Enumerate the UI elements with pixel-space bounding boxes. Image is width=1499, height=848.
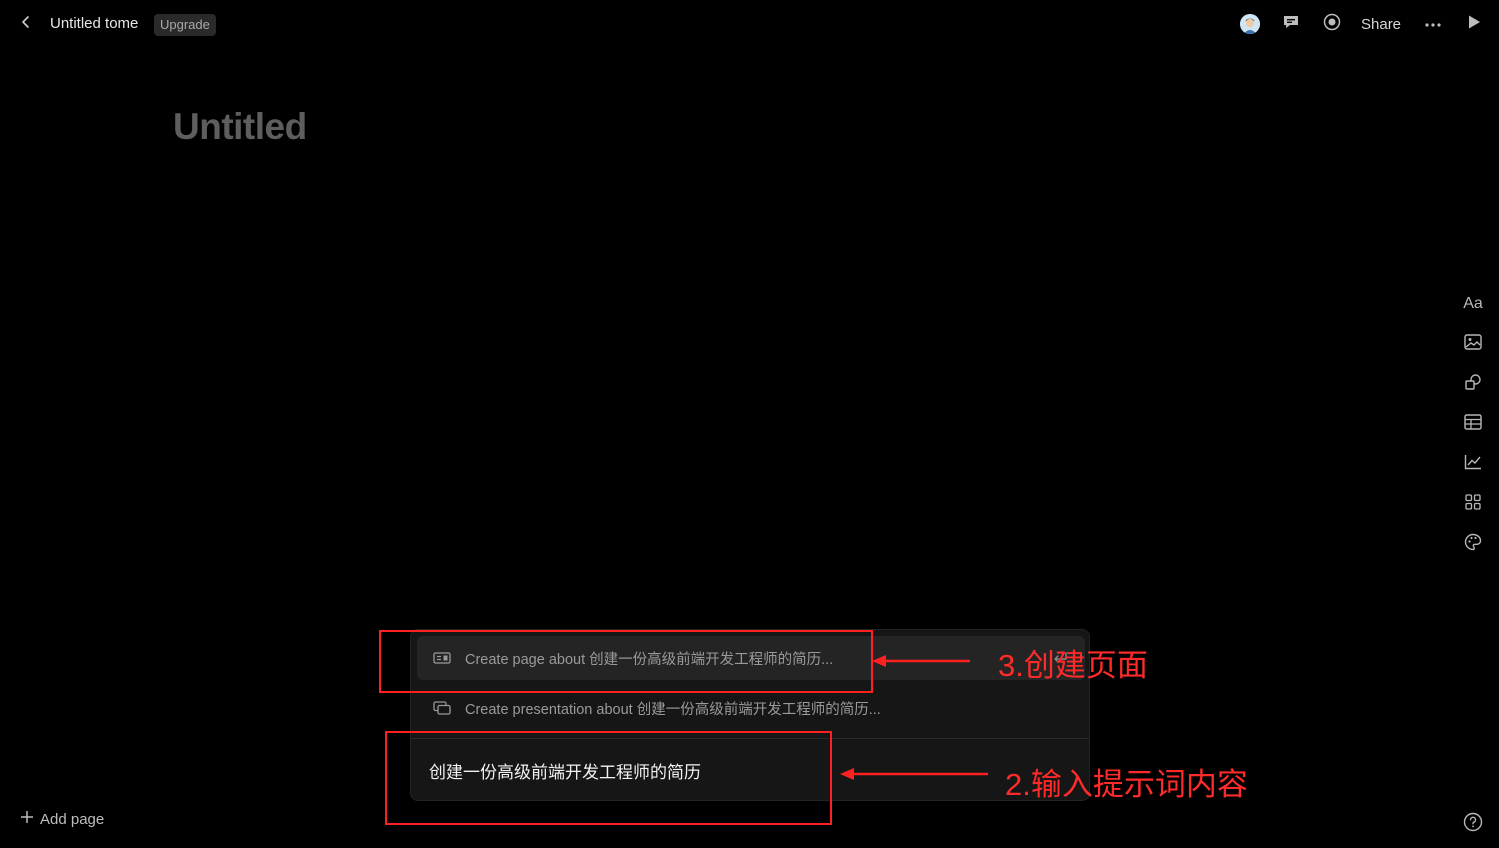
embed-tool-button[interactable]: [1463, 493, 1483, 515]
share-button[interactable]: Share: [1361, 16, 1401, 33]
help-icon: [1463, 812, 1483, 836]
plus-icon: [20, 810, 34, 828]
upgrade-button[interactable]: Upgrade: [154, 14, 216, 36]
shapes-tool-button[interactable]: [1463, 373, 1483, 396]
add-page-button[interactable]: Add page: [20, 810, 104, 828]
palette-icon: [1464, 533, 1482, 556]
ai-prompt-panel: Create page about 创建一份高级前端开发工程师的简历... Cr…: [410, 629, 1090, 801]
create-presentation-label: Create presentation about 创建一份高级前端开发工程师的…: [465, 701, 881, 718]
add-page-label: Add page: [40, 810, 105, 828]
app-window: Untitled tome Upgrade Share Untitled Aa …: [0, 0, 1499, 848]
record-button[interactable]: [1322, 13, 1342, 36]
create-presentation-suggestion[interactable]: Create presentation about 创建一份高级前端开发工程师的…: [417, 686, 1085, 730]
prompt-input[interactable]: 创建一份高级前端开发工程师的简历: [429, 758, 701, 783]
more-button[interactable]: [1423, 14, 1443, 34]
top-bar: Untitled tome Upgrade Share: [0, 0, 1499, 48]
create-page-suggestion[interactable]: Create page about 创建一份高级前端开发工程师的简历...: [417, 636, 1085, 680]
comment-icon: [1282, 13, 1300, 36]
shapes-icon: [1464, 373, 1482, 396]
play-icon: [1467, 14, 1481, 35]
create-page-label: Create page about 创建一份高级前端开发工程师的简历...: [465, 651, 834, 668]
table-tool-button[interactable]: [1463, 413, 1483, 435]
grid-icon: [1465, 493, 1481, 515]
back-button[interactable]: [16, 14, 36, 34]
help-button[interactable]: [1463, 812, 1483, 832]
page-icon: [433, 651, 451, 665]
more-icon: [1424, 15, 1442, 33]
divider: [411, 738, 1089, 739]
page-title[interactable]: Untitled: [173, 106, 307, 148]
table-icon: [1464, 413, 1482, 435]
annotation-label-create-page: 3.创建页面: [998, 648, 1148, 683]
chart-tool-button[interactable]: [1463, 454, 1483, 474]
image-tool-button[interactable]: [1463, 333, 1483, 355]
annotation-label-input-prompt: 2.输入提示词内容: [1005, 767, 1248, 802]
text-tool-button[interactable]: Aa: [1463, 294, 1483, 314]
chart-icon: [1464, 454, 1482, 475]
chevron-left-icon: [20, 15, 32, 34]
theme-tool-button[interactable]: [1463, 533, 1483, 556]
play-button[interactable]: [1464, 14, 1484, 34]
avatar[interactable]: [1240, 14, 1260, 34]
record-icon: [1323, 13, 1341, 36]
document-title[interactable]: Untitled tome: [50, 15, 138, 32]
comment-button[interactable]: [1281, 14, 1301, 34]
presentation-icon: [433, 701, 451, 715]
image-icon: [1464, 333, 1482, 355]
